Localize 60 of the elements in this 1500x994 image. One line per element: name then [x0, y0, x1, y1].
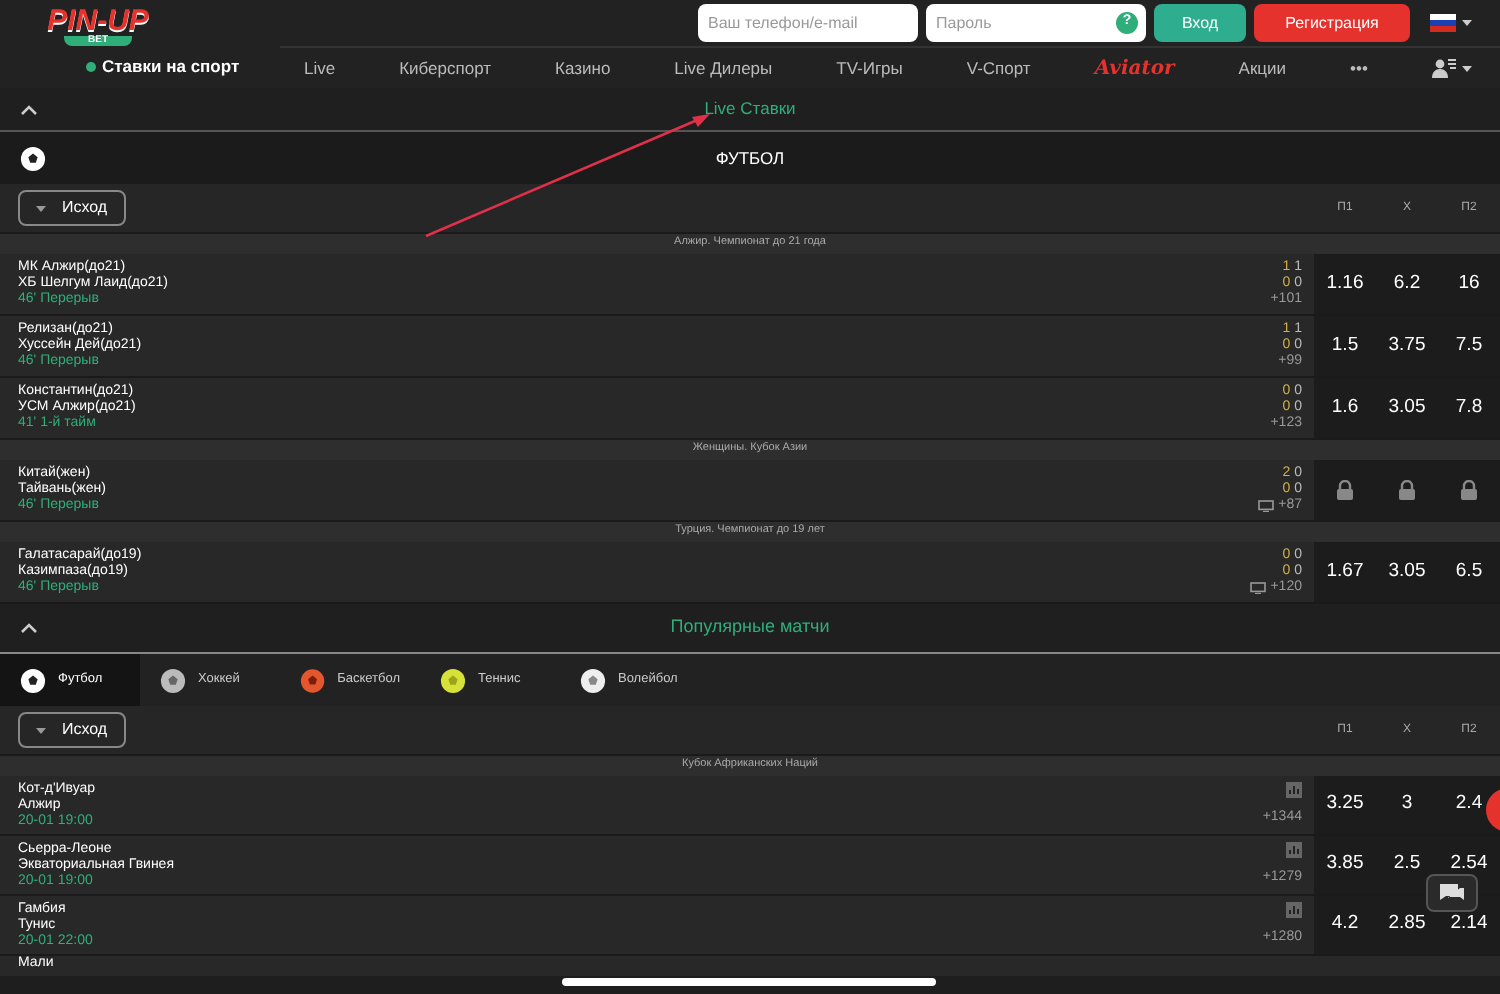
odds-button[interactable]: 2.14 — [1450, 910, 1488, 940]
odds-button[interactable]: 7.5 — [1455, 331, 1483, 361]
basketball-icon — [300, 667, 326, 693]
section-title: Live Ставки — [704, 96, 796, 122]
chat-button[interactable] — [1426, 874, 1478, 912]
soccer-ball-icon — [20, 667, 46, 693]
phone-email-field[interactable]: Ваш телефон/e-mail — [698, 4, 918, 42]
chat-icon — [1438, 881, 1466, 905]
odds-button[interactable]: 1.6 — [1331, 393, 1359, 423]
nav-link[interactable]: Акции — [1238, 55, 1287, 81]
nav-link[interactable]: Казино — [555, 55, 611, 81]
collapse-caret-icon[interactable] — [20, 103, 38, 115]
outcome-dropdown[interactable]: Исход — [18, 190, 126, 226]
dropdown-caret-icon — [36, 727, 46, 733]
nav-link[interactable]: Live Дилеры — [674, 55, 773, 81]
caret-icon[interactable] — [1461, 65, 1472, 71]
register-button[interactable]: Регистрация — [1254, 4, 1410, 42]
odds-button[interactable]: 6.2 — [1393, 269, 1421, 299]
lock-icon — [1460, 480, 1478, 500]
odds-button[interactable]: 16 — [1458, 269, 1480, 299]
odds-button[interactable]: 1.16 — [1326, 269, 1364, 299]
nav-link[interactable]: Live — [304, 55, 336, 81]
lock-icon — [1398, 480, 1416, 500]
stats-icon[interactable] — [1286, 902, 1302, 918]
nav-link[interactable]: Киберспорт — [399, 55, 492, 81]
sport-betting-link[interactable]: Ставки на спорт — [102, 54, 240, 80]
odds-button[interactable]: 3.85 — [1326, 850, 1364, 880]
user-menu-icon[interactable] — [1431, 58, 1456, 78]
russian-flag-icon[interactable] — [1430, 14, 1456, 32]
caret-icon[interactable] — [1462, 20, 1472, 26]
nav-link[interactable]: ••• — [1350, 55, 1368, 81]
odds-button[interactable]: 3.75 — [1388, 331, 1426, 361]
lock-icon — [1336, 480, 1354, 500]
odds-button[interactable]: 2.85 — [1388, 910, 1426, 940]
nav-link[interactable]: TV-Игры — [836, 55, 903, 81]
odds-button[interactable]: 1.5 — [1331, 331, 1359, 361]
stats-icon[interactable] — [1286, 842, 1302, 858]
odds-button[interactable]: 7.8 — [1455, 393, 1483, 423]
odds-button[interactable]: 3 — [1401, 790, 1413, 820]
odds-button[interactable]: 2.4 — [1455, 790, 1483, 820]
sport-title: ФУТБОЛ — [715, 145, 785, 171]
soccer-ball-icon — [20, 145, 46, 171]
odds-button[interactable]: 4.2 — [1331, 910, 1359, 940]
tv-icon — [1258, 500, 1275, 512]
stats-icon[interactable] — [1286, 782, 1302, 798]
outcome-dropdown[interactable]: Исход — [18, 712, 126, 748]
odds-button[interactable]: 3.05 — [1388, 557, 1426, 587]
dropdown-caret-icon — [36, 205, 46, 211]
aviator-link[interactable]: Aviator — [1094, 53, 1175, 83]
odds-button[interactable]: 1.67 — [1326, 557, 1364, 587]
odds-button[interactable]: 3.25 — [1326, 790, 1364, 820]
collapse-caret-icon[interactable] — [20, 622, 38, 634]
nav-link[interactable]: V-Спорт — [966, 55, 1031, 81]
odds-button[interactable]: 6.5 — [1455, 557, 1483, 587]
odds-button[interactable]: 2.5 — [1393, 850, 1421, 880]
tennis-ball-icon — [440, 667, 466, 693]
odds-button[interactable]: 3.05 — [1388, 393, 1426, 423]
odds-button[interactable]: 2.54 — [1450, 850, 1488, 880]
section-title: Популярные матчи — [670, 614, 830, 641]
tv-icon — [1250, 582, 1267, 594]
